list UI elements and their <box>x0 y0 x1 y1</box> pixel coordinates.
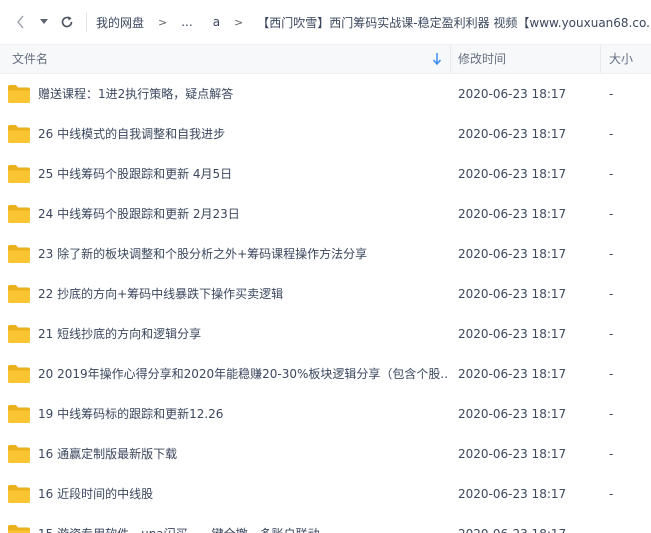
file-name[interactable]: 22 抄底的方向+筹码中线暴跌下操作买卖逻辑 <box>38 274 448 314</box>
file-name[interactable]: 16 通赢定制版最新版下载 <box>38 434 448 474</box>
file-modified-time: 2020-06-23 18:17 <box>458 87 567 101</box>
file-row[interactable]: 15 游资专用软件，una闪买，一键全撤，多账户联动 2020-06-23 18:… <box>0 514 651 533</box>
file-size: - <box>609 207 614 221</box>
file-name[interactable]: 24 中线筹码个股跟踪和更新 2月23日 <box>38 194 448 234</box>
file-name[interactable]: 23 除了新的板块调整和个股分析之外+筹码课程操作方法分享 <box>38 234 448 274</box>
file-row[interactable]: 20 2019年操作心得分享和2020年能稳赚20-30%板块逻辑分享（包含个股… <box>0 354 651 394</box>
file-row[interactable]: 19 中线筹码标的跟踪和更新12.26 2020-06-23 18:17 - <box>0 394 651 434</box>
file-name[interactable]: 26 中线模式的自我调整和自我进步 <box>38 114 448 154</box>
folder-icon <box>8 405 30 423</box>
folder-icon <box>8 485 30 503</box>
file-modified-time: 2020-06-23 18:17 <box>458 167 567 181</box>
file-size: - <box>609 367 614 381</box>
file-modified-time: 2020-06-23 18:17 <box>458 287 567 301</box>
file-size: - <box>609 247 614 261</box>
toolbar: 我的网盘 > ... a > 【西门吹雪】西门筹码实战课-稳定盈利利器 视频【w… <box>0 0 651 44</box>
file-modified-time: 2020-06-23 18:17 <box>458 247 567 261</box>
file-modified-time: 2020-06-23 18:17 <box>458 407 567 421</box>
refresh-icon <box>61 16 73 28</box>
history-dropdown-button[interactable] <box>36 10 52 34</box>
file-name[interactable]: 19 中线筹码标的跟踪和更新12.26 <box>38 394 448 434</box>
refresh-button[interactable] <box>56 10 78 34</box>
file-row[interactable]: 21 短线抄底的方向和逻辑分享 2020-06-23 18:17 - <box>0 314 651 354</box>
chevron-left-icon <box>17 15 24 29</box>
file-size: - <box>609 487 614 501</box>
file-name[interactable]: 21 短线抄底的方向和逻辑分享 <box>38 314 448 354</box>
file-row[interactable]: 赠送课程：1进2执行策略，疑点解答 2020-06-23 18:17 - <box>0 74 651 114</box>
column-divider[interactable] <box>600 45 601 73</box>
breadcrumb-parent[interactable]: a <box>213 15 220 29</box>
file-modified-time: 2020-06-23 18:17 <box>458 327 567 341</box>
file-row[interactable]: 25 中线筹码个股跟踪和更新 4月5日 2020-06-23 18:17 - <box>0 154 651 194</box>
file-modified-time: 2020-06-23 18:17 <box>458 127 567 141</box>
file-row[interactable]: 26 中线模式的自我调整和自我进步 2020-06-23 18:17 - <box>0 114 651 154</box>
file-row[interactable]: 23 除了新的板块调整和个股分析之外+筹码课程操作方法分享 2020-06-23 … <box>0 234 651 274</box>
column-header-size[interactable]: 大小 <box>609 45 649 73</box>
back-button[interactable] <box>10 10 32 34</box>
folder-icon <box>8 205 30 223</box>
breadcrumb-root[interactable]: 我的网盘 <box>96 14 144 31</box>
file-row[interactable]: 22 抄底的方向+筹码中线暴跌下操作买卖逻辑 2020-06-23 18:17 - <box>0 274 651 314</box>
file-size: - <box>609 514 613 533</box>
folder-icon <box>8 525 30 533</box>
folder-icon <box>8 445 30 463</box>
breadcrumb-separator: > <box>234 15 244 29</box>
file-size: - <box>609 327 614 341</box>
file-name[interactable]: 25 中线筹码个股跟踪和更新 4月5日 <box>38 154 448 194</box>
file-size: - <box>609 127 614 141</box>
file-modified-time: 2020-06-23 18:17 <box>458 487 567 501</box>
folder-icon <box>8 365 30 383</box>
file-list: 赠送课程：1进2执行策略，疑点解答 2020-06-23 18:17-26 中线模… <box>0 74 651 533</box>
file-row[interactable]: 16 近段时间的中线股 2020-06-23 18:17 - <box>0 474 651 514</box>
file-name[interactable]: 赠送课程：1进2执行策略，疑点解答 <box>38 74 448 114</box>
file-size: - <box>609 407 614 421</box>
column-header-modified-time[interactable]: 修改时间 <box>458 45 598 73</box>
file-size: - <box>609 167 614 181</box>
folder-icon <box>8 285 30 303</box>
column-header: 文件名 修改时间 大小 <box>0 44 651 74</box>
breadcrumb-separator: > <box>158 15 168 29</box>
breadcrumb: 我的网盘 > ... a > 【西门吹雪】西门筹码实战课-稳定盈利利器 视频【w… <box>96 0 651 44</box>
file-name[interactable]: 16 近段时间的中线股 <box>38 474 448 514</box>
breadcrumb-ellipsis[interactable]: ... <box>181 15 192 29</box>
file-size: - <box>609 287 614 301</box>
column-header-name[interactable]: 文件名 <box>12 45 442 73</box>
file-modified-time: 2020-06-23 18:17 <box>458 514 566 533</box>
file-modified-time: 2020-06-23 18:17 <box>458 207 567 221</box>
folder-icon <box>8 245 30 263</box>
file-name[interactable]: 20 2019年操作心得分享和2020年能稳赚20-30%板块逻辑分享（包含个股… <box>38 354 448 394</box>
folder-icon <box>8 325 30 343</box>
file-name[interactable]: 15 游资专用软件，una闪买，一键全撤，多账户联动 <box>38 514 448 533</box>
file-row[interactable]: 24 中线筹码个股跟踪和更新 2月23日 2020-06-23 18:17 - <box>0 194 651 234</box>
breadcrumb-current[interactable]: 【西门吹雪】西门筹码实战课-稳定盈利利器 视频【www.youxuan68.co… <box>257 14 651 31</box>
column-divider[interactable] <box>450 45 451 73</box>
folder-icon <box>8 125 30 143</box>
file-size: - <box>609 87 614 101</box>
caret-down-icon <box>40 19 48 24</box>
file-size: - <box>609 447 614 461</box>
file-modified-time: 2020-06-23 18:17 <box>458 447 567 461</box>
folder-icon <box>8 85 30 103</box>
file-row[interactable]: 16 通赢定制版最新版下载 2020-06-23 18:17 - <box>0 434 651 474</box>
folder-icon <box>8 165 30 183</box>
toolbar-divider <box>86 12 87 32</box>
file-modified-time: 2020-06-23 18:17 <box>458 367 567 381</box>
sort-down-arrow-icon[interactable] <box>432 52 442 66</box>
